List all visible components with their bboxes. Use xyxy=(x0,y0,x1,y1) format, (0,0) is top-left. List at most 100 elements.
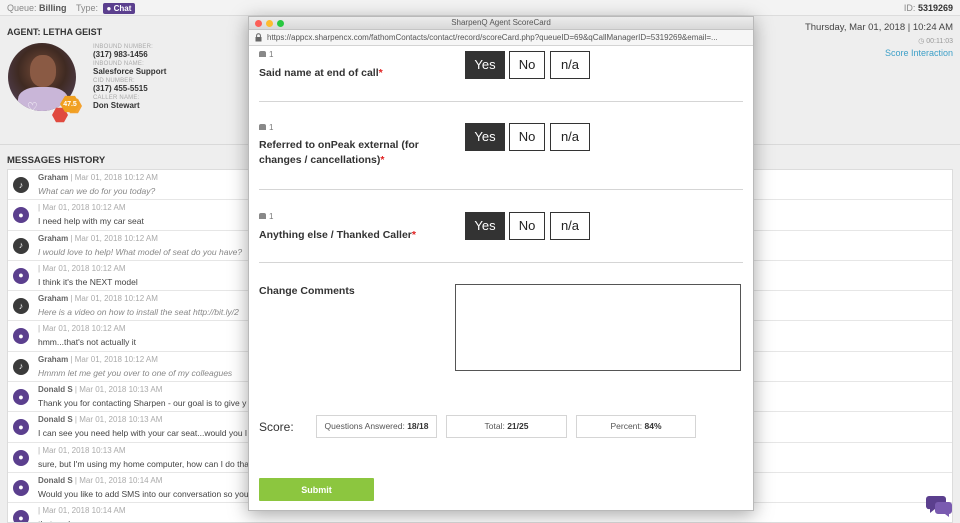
interaction-timer: ◷ 00:11:03 xyxy=(918,37,953,45)
top-bar: Queue: Billing Type: ● Chat ID: 5319269 xyxy=(0,0,960,16)
weight-icon xyxy=(259,51,266,57)
queue-info: Queue: Billing xyxy=(7,3,67,13)
answer-no-button[interactable]: No xyxy=(509,123,545,151)
caller-name-value: Don Stewart xyxy=(93,101,140,110)
type-info: Type: ● Chat xyxy=(76,3,136,14)
message-header: Graham | Mar 01, 2018 10:12 AM xyxy=(38,294,158,303)
question-divider xyxy=(259,189,743,190)
chat-bubble-icon: ● xyxy=(13,419,29,436)
answer-yes-button[interactable]: Yes xyxy=(465,212,505,240)
questions-answered-value: 18/18 xyxy=(407,421,429,431)
question-divider xyxy=(259,262,743,263)
submit-button[interactable]: Submit xyxy=(259,478,374,501)
message-timestamp: Mar 01, 2018 10:12 AM xyxy=(74,294,158,304)
message-text: that works xyxy=(38,519,77,522)
weight-icon xyxy=(259,213,266,219)
message-header: Donald S | Mar 01, 2018 10:13 AM xyxy=(38,415,162,424)
contact-info: INBOUND NUMBER: (317) 983-1456 INBOUND N… xyxy=(93,42,243,112)
question-label: Anything else / Thanked Caller xyxy=(259,229,412,241)
message-timestamp: Mar 01, 2018 10:12 AM xyxy=(74,173,158,182)
question-text: Referred to onPeak external (for changes… xyxy=(259,138,439,168)
answer-yes-button[interactable]: Yes xyxy=(465,51,505,79)
percent-value: 84% xyxy=(644,421,662,431)
message-header: | Mar 01, 2018 10:12 AM xyxy=(38,324,125,333)
weight-value: 1 xyxy=(269,123,274,132)
message-timestamp: Mar 01, 2018 10:12 AM xyxy=(74,354,158,364)
clock-icon: ◷ xyxy=(918,38,925,45)
message-header: Donald S | Mar 01, 2018 10:14 AM xyxy=(38,476,162,485)
required-mark: * xyxy=(378,67,383,79)
message-text: I think it's the NEXT model xyxy=(38,276,138,287)
page-url[interactable]: https://appcx.sharpencx.com/fathomContac… xyxy=(267,33,718,42)
question-text: Anything else / Thanked Caller* xyxy=(259,228,449,243)
total-value: 21/25 xyxy=(507,421,529,431)
message-timestamp: Mar 01, 2018 10:12 AM xyxy=(74,233,158,243)
message-author: Donald S xyxy=(38,385,73,395)
message-text: hmm...that's not actually it xyxy=(38,337,136,348)
inbound-name-value: Salesforce Support xyxy=(93,67,167,76)
id-label: ID: xyxy=(903,3,916,13)
message-text: sure, but I'm using my home computer, ho… xyxy=(38,458,249,469)
answer-na-button[interactable]: n/a xyxy=(550,51,590,79)
id-value: 5319269 xyxy=(917,3,953,13)
score-label: Score: xyxy=(259,420,294,434)
message-author: Graham xyxy=(38,233,69,243)
weight-value: 1 xyxy=(269,50,274,59)
change-comments-textarea[interactable] xyxy=(455,284,741,371)
answer-na-button[interactable]: n/a xyxy=(550,212,590,240)
chat-bubble-icon: ● xyxy=(13,207,29,224)
type-label: Type: xyxy=(76,3,99,13)
question-label: Said name at end of call xyxy=(259,67,379,79)
scorecard-window: SharpenQ Agent ScoreCard https://appcx.s… xyxy=(248,16,754,511)
weight-icon xyxy=(259,124,266,130)
weight-value: 1 xyxy=(269,212,274,221)
chat-bubbles-icon[interactable] xyxy=(926,493,954,517)
question-text: Said name at end of call* xyxy=(259,66,439,81)
message-timestamp: Mar 01, 2018 10:14 AM xyxy=(79,475,163,485)
message-text: I would love to help! What model of seat… xyxy=(38,246,243,257)
chat-bubble-icon: ● xyxy=(13,267,29,284)
answer-no-button[interactable]: No xyxy=(509,212,545,240)
cid-number-value: (317) 455-5515 xyxy=(93,84,148,93)
message-text: I can see you need help with your car se… xyxy=(38,428,247,439)
inbound-number-value: (317) 983-1456 xyxy=(93,50,148,59)
chat-bubble-icon: ● xyxy=(13,479,29,496)
message-author: Donald S xyxy=(38,415,73,425)
message-author: Donald S xyxy=(38,475,73,485)
queue-value: Billing xyxy=(39,3,67,13)
type-badge: ● Chat xyxy=(102,3,136,14)
question-divider xyxy=(259,101,743,102)
messages-history-title: MESSAGES HISTORY xyxy=(7,155,106,166)
chat-bubble-icon: ● xyxy=(13,510,29,522)
question-label: Referred to onPeak external (for changes… xyxy=(259,139,419,166)
agent-level: 47.5 xyxy=(63,100,77,108)
chat-bubble-icon: ● xyxy=(13,328,29,345)
message-header: | Mar 01, 2018 10:12 AM xyxy=(38,203,125,212)
url-bar[interactable]: https://appcx.sharpencx.com/fathomContac… xyxy=(249,30,753,46)
message-header: Graham | Mar 01, 2018 10:12 AM xyxy=(38,234,158,243)
chat-bubble-icon: ● xyxy=(13,449,29,466)
bell-icon: ♪ xyxy=(13,177,29,193)
window-titlebar: SharpenQ Agent ScoreCard xyxy=(249,17,753,30)
avatar-body xyxy=(18,87,68,111)
message-header: Graham | Mar 01, 2018 10:12 AM xyxy=(38,355,158,364)
questions-answered-box: Questions Answered: 18/18 xyxy=(316,415,437,438)
message-header: Graham | Mar 01, 2018 10:12 AM xyxy=(38,173,158,182)
percent-label: Percent: xyxy=(610,421,643,431)
answer-yes-button[interactable]: Yes xyxy=(465,123,505,151)
message-timestamp: Mar 01, 2018 10:13 AM xyxy=(42,445,126,455)
message-author: Graham xyxy=(38,173,69,182)
chat-bubble-icon: ● xyxy=(13,389,29,406)
interaction-id: ID: 5319269 xyxy=(904,3,953,13)
percent-box: Percent: 84% xyxy=(576,415,696,438)
answer-na-button[interactable]: n/a xyxy=(550,123,590,151)
questions-answered-label: Questions Answered: xyxy=(324,421,405,431)
answer-no-button[interactable]: No xyxy=(509,51,545,79)
window-title: SharpenQ Agent ScoreCard xyxy=(451,18,551,27)
message-author: Graham xyxy=(38,354,69,364)
timer-value: 00:11:03 xyxy=(926,38,953,45)
question-weight: 1 xyxy=(259,212,273,221)
queue-label: Queue: xyxy=(7,3,37,13)
score-interaction-link[interactable]: Score Interaction xyxy=(885,48,953,58)
avatar-face xyxy=(30,55,56,87)
